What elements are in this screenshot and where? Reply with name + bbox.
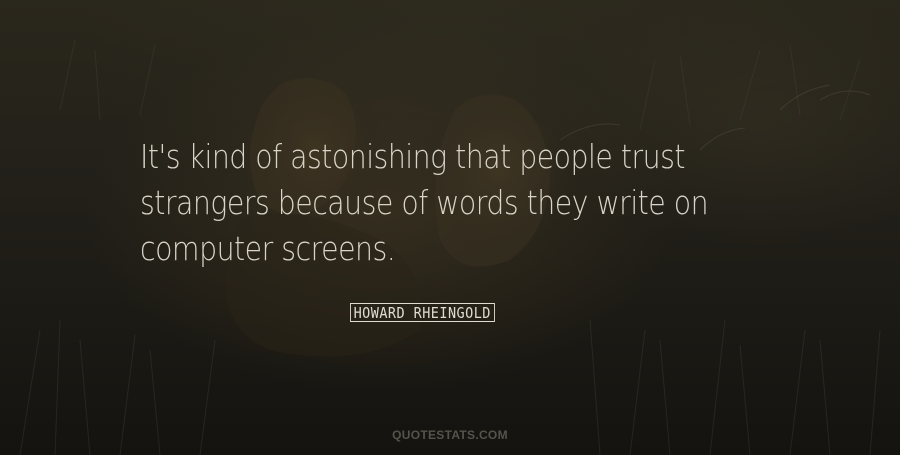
quote-image: It's kind of astonishing that people tru… [0, 0, 900, 455]
author-label: HOWARD RHEINGOLD [350, 302, 495, 322]
watermark: QUOTESTATS.COM [392, 428, 508, 442]
quote-line: It's kind of astonishing that people tru… [140, 137, 685, 176]
quote-line: computer screens. [140, 229, 396, 268]
author-name: HOWARD RHEINGOLD [350, 301, 495, 323]
quote-line: strangers because of words they write on [140, 183, 709, 222]
quote-text: It's kind of astonishing that people tru… [140, 134, 759, 272]
